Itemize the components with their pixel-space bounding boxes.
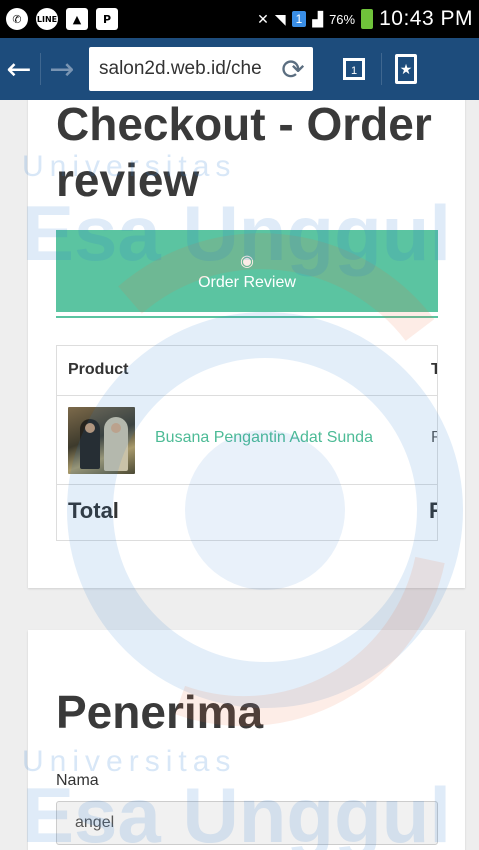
tabs-icon: 1	[343, 58, 365, 80]
notification-icons: ✆ LINE ▲ P	[6, 8, 118, 30]
signal-icon: ▟	[312, 10, 324, 27]
whatsapp-icon: ✆	[6, 8, 28, 30]
bookmark-button[interactable]: ★	[384, 38, 428, 100]
checkout-card: Checkout - Order review ◉ Order Review P…	[28, 100, 465, 588]
header-total: T	[431, 361, 437, 379]
battery-icon	[361, 9, 374, 29]
forward-button[interactable]: →	[43, 38, 81, 100]
penerima-card: Penerima Nama	[28, 630, 465, 850]
tab-underline	[56, 316, 438, 318]
table-header-row: Product T	[57, 346, 437, 396]
total-label: Total	[68, 498, 119, 523]
gallery-icon: ▲	[66, 8, 88, 30]
product-thumbnail[interactable]	[68, 407, 135, 474]
table-row: Busana Pengantin Adat Sunda R	[57, 396, 437, 485]
item-price: R	[431, 429, 437, 447]
line-icon: LINE	[36, 8, 58, 30]
system-status: ✕ ◥ 1 ▟ 76% 10:43 PM	[257, 7, 473, 31]
toolbar-divider	[381, 53, 382, 85]
name-field[interactable]	[56, 801, 438, 845]
groom-face	[85, 423, 95, 433]
product-name-link[interactable]: Busana Pengantin Adat Sunda	[155, 429, 373, 447]
wifi-icon: ◥	[274, 10, 286, 27]
arrow-left-icon: ←	[6, 51, 32, 87]
eye-icon: ◉	[240, 250, 254, 270]
web-page: Checkout - Order review ◉ Order Review P…	[0, 100, 479, 850]
browser-toolbar: ← → salon2d.web.id/che ⟳ 1 ★	[0, 38, 479, 100]
header-product: Product	[68, 361, 129, 378]
bookmark-icon: ★	[395, 54, 417, 84]
name-label: Nama	[56, 772, 99, 789]
bride-face	[111, 423, 121, 433]
tabs-count: 1	[350, 65, 358, 77]
total-value: R	[429, 498, 437, 524]
toolbar-divider	[40, 53, 41, 85]
status-bar: ✆ LINE ▲ P ✕ ◥ 1 ▟ 76% 10:43 PM	[0, 0, 479, 38]
arrow-right-icon: →	[49, 51, 75, 87]
page-title: Checkout - Order review	[56, 100, 432, 206]
pinterest-icon: P	[96, 8, 118, 30]
order-table: Product T Busana Pengantin Adat Sunda R …	[56, 345, 438, 541]
back-button[interactable]: ←	[0, 38, 38, 100]
url-text: salon2d.web.id/che	[99, 58, 262, 79]
sim-icon: 1	[291, 11, 307, 27]
tabs-button[interactable]: 1	[329, 38, 379, 100]
table-total-row: Total R	[57, 485, 437, 540]
order-review-label: Order Review	[198, 273, 296, 291]
reload-icon[interactable]: ⟳	[273, 47, 313, 91]
order-review-tab[interactable]: ◉ Order Review	[56, 230, 438, 312]
address-bar[interactable]: salon2d.web.id/che ⟳	[89, 47, 313, 91]
section-title: Penerima	[56, 686, 264, 738]
battery-percent: 76%	[329, 11, 356, 27]
clock: 10:43 PM	[379, 7, 473, 30]
nfc-icon: ✕	[257, 10, 269, 27]
